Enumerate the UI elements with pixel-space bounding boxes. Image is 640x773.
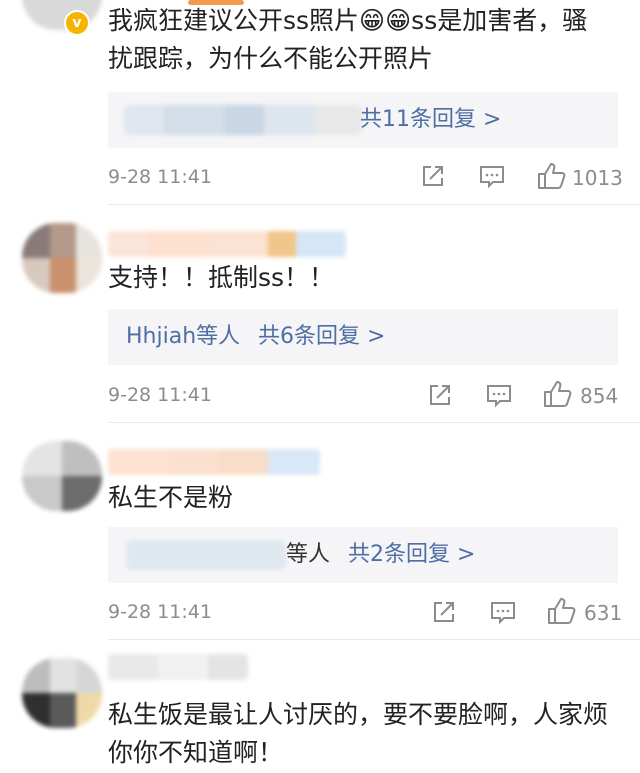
share-icon[interactable] [432,600,456,624]
comment-item: v 我疯狂建议公开ss照片😁😁ss是加害者，骚扰跟踪，为什么不能公开照片 共11… [0,0,640,205]
reply-names-link[interactable]: Hhjiah等人 [126,309,240,365]
username-redacted[interactable] [108,449,320,475]
reply-count-link[interactable]: 共11条回复 > [360,92,501,148]
comment-item: 支持！！抵制ss！！ Hhjiah等人 共6条回复 > 9-28 11:41 8… [0,205,640,423]
like-count: 1013 [572,166,623,190]
thumbs-up-icon[interactable] [546,596,576,626]
thumbs-up-icon[interactable] [542,379,572,409]
username-redacted[interactable] [108,654,248,680]
comment-text: 支持！！抵制ss！！ [108,263,335,292]
reply-count-link[interactable]: 共2条回复 > [348,527,475,583]
comment-item: 私生不是粉 等人 共2条回复 > 9-28 11:41 631 [0,423,640,640]
replies-summary[interactable]: Hhjiah等人 共6条回复 > [108,309,618,365]
avatar[interactable] [22,0,102,30]
comment-item: 私生饭是最让人讨厌的，要不要脸啊，人家烦你你不知道啊！ [0,640,640,773]
reply-count-link[interactable]: 共6条回复 > [258,309,385,365]
comment-text: 私生饭是最让人讨厌的，要不要脸啊，人家烦你你不知道啊！ [108,700,609,767]
share-icon[interactable] [428,383,452,407]
comment-time: 9-28 11:41 [108,384,212,406]
comment-icon[interactable] [486,383,512,409]
reply-names-redacted [126,540,286,570]
comment-text: 我疯狂建议公开ss照片😁😁ss是加害者，骚扰跟踪，为什么不能公开照片 [108,6,588,73]
comment-time: 9-28 11:41 [108,166,212,188]
replies-summary[interactable]: 共11条回复 > [108,92,618,148]
username-redacted[interactable] [108,231,346,257]
verified-badge-icon: v [64,10,90,36]
replies-summary[interactable]: 等人 共2条回复 > [108,527,618,583]
avatar[interactable] [22,658,102,728]
like-count: 854 [580,384,619,408]
comment-icon[interactable] [479,164,505,190]
thumbs-up-icon[interactable] [536,161,566,191]
comment-text: 私生不是粉 [108,483,234,512]
avatar[interactable] [22,441,102,511]
comment-icon[interactable] [490,600,516,626]
avatar[interactable] [22,223,102,293]
like-count: 631 [584,601,623,625]
comment-time: 9-28 11:41 [108,601,212,623]
share-icon[interactable] [421,164,445,188]
reply-names-redacted [124,105,362,135]
reply-names-link[interactable]: 等人 [286,527,330,583]
